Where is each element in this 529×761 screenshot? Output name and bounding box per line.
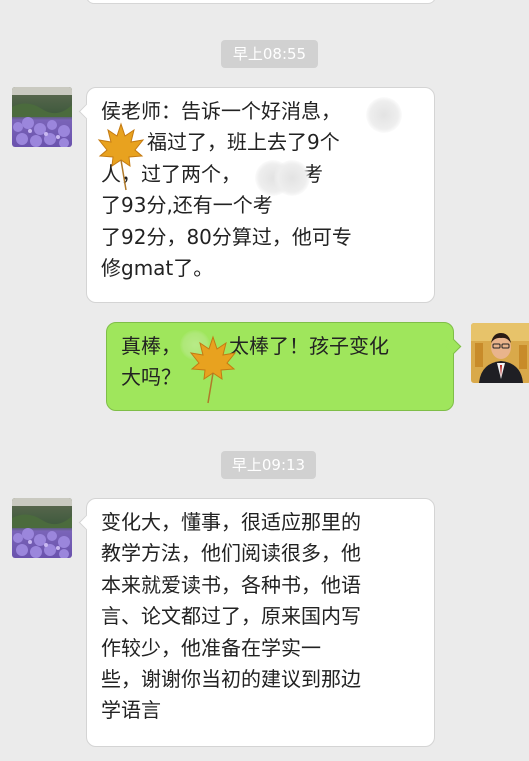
message-line: 福过了，班上去了9个 [147, 130, 340, 155]
message-line: 了93分,还有一个考 [101, 193, 273, 218]
message-line: 作较少，他准备在学实一 [101, 635, 321, 660]
message-line: 大吗？ [121, 365, 181, 390]
message-line: 修gmat了。 [101, 256, 214, 281]
bubble-tail [78, 103, 95, 120]
bubble-tail [78, 514, 95, 531]
message-bubble-received[interactable]: 变化大，懂事，很适应那里的 教学方法，他们阅读很多，他 本来就爱读书，各种书，他… [78, 498, 435, 747]
timestamp: 早上09:13 [221, 451, 316, 479]
message-line: 些，谢谢你当初的建议到那边 [101, 667, 361, 692]
lavender-field-avatar [12, 87, 72, 147]
maple-leaf-icon [97, 122, 145, 191]
timestamp: 早上08:55 [221, 40, 318, 68]
avatar-self[interactable] [471, 323, 529, 383]
avatar-teacher[interactable] [12, 498, 72, 558]
man-in-suit-avatar [471, 323, 529, 383]
message-line: 变化大，懂事，很适应那里的 [101, 510, 361, 534]
message-line: 真棒， [121, 334, 181, 358]
message-line: 太棒了！孩子变化 [229, 334, 389, 358]
maple-leaf-icon [189, 335, 237, 404]
message-line: 言、论文都过了，原来国内写 [101, 604, 361, 629]
message-bubble-sent[interactable]: 真棒， 太棒了！孩子变化 大吗？ [106, 322, 462, 411]
message-line: 本来就爱读书，各种书，他语 [101, 572, 361, 597]
lavender-field-avatar [12, 498, 72, 558]
avatar-teacher[interactable] [12, 87, 72, 147]
bubble-tail [445, 338, 462, 355]
message-line: 教学方法，他们阅读很多，他 [101, 541, 361, 566]
message-line: 学语言 [101, 698, 161, 723]
message-line: 了92分，80分算过，他可专 [101, 224, 352, 249]
redaction-blur [366, 97, 402, 133]
previous-message-bubble [86, 0, 436, 4]
redaction-blur [274, 160, 310, 196]
